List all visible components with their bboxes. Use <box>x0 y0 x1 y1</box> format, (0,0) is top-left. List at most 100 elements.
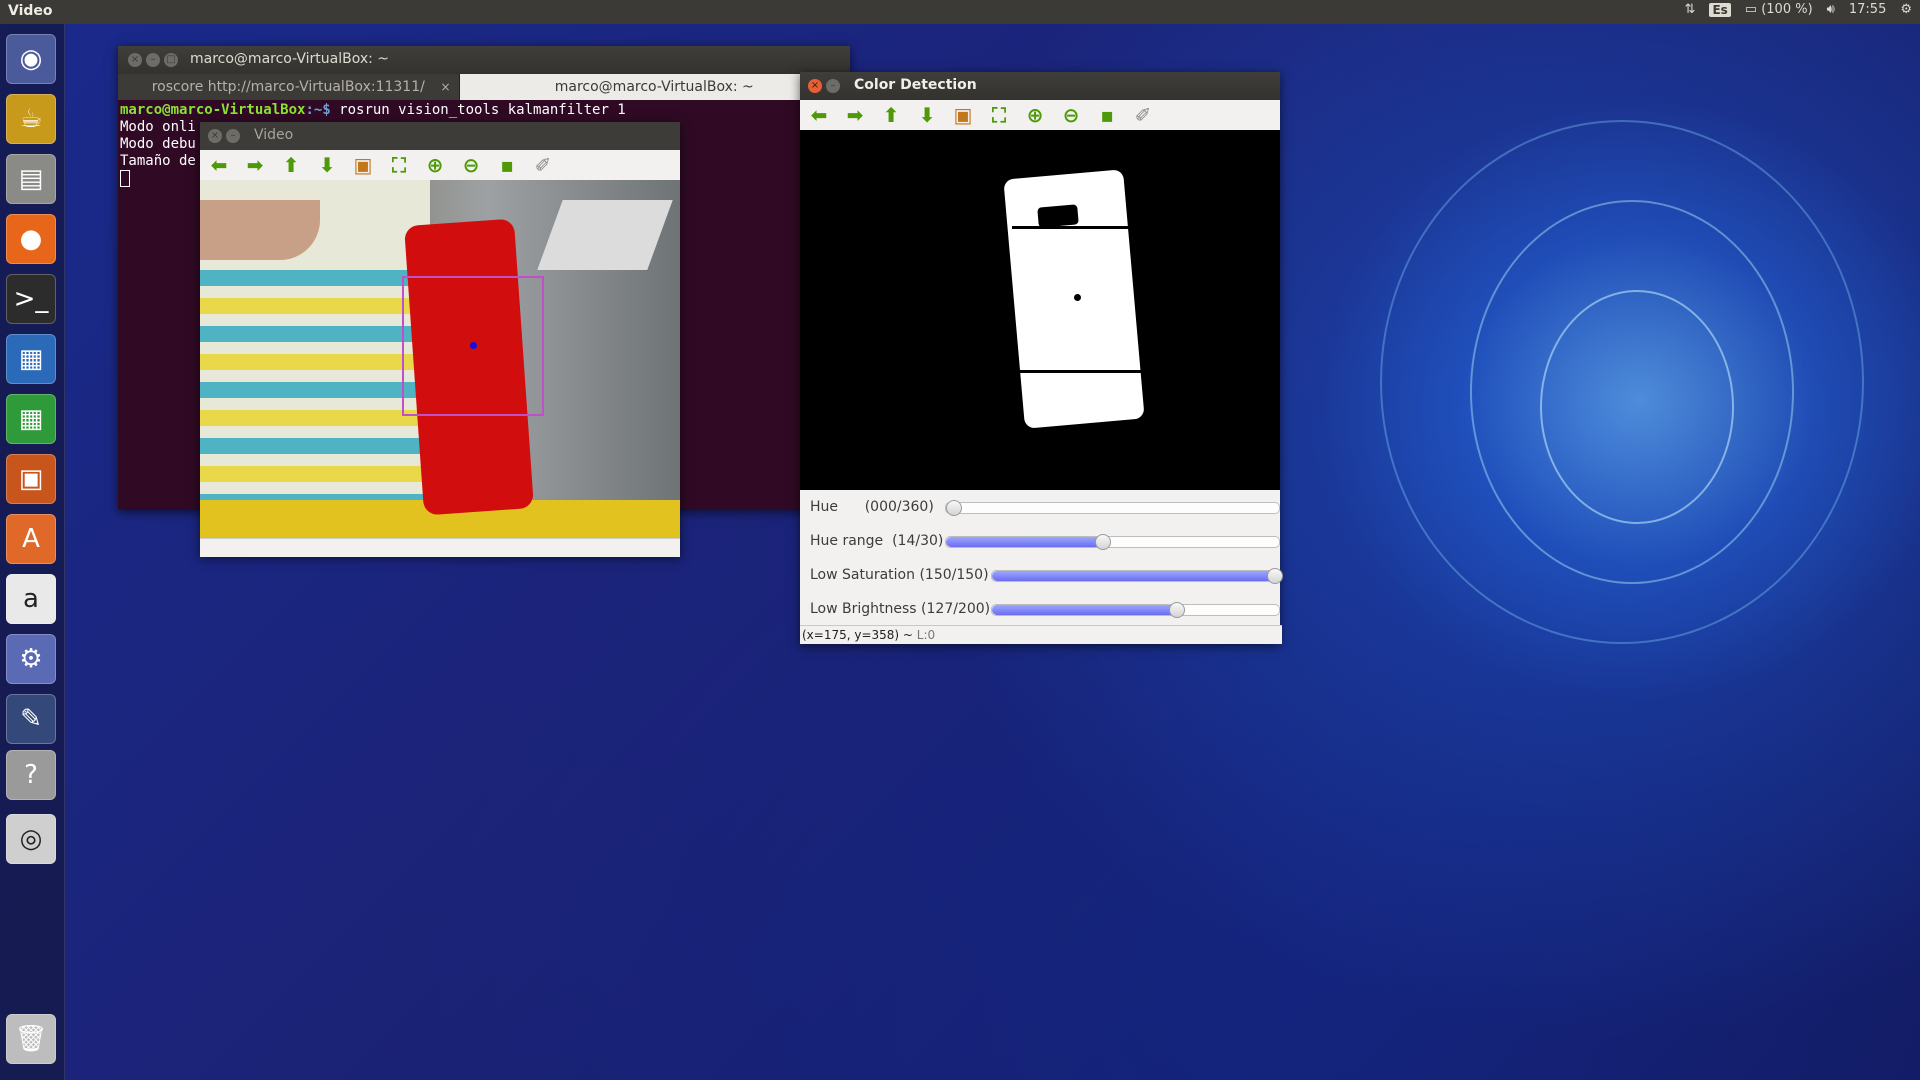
clock[interactable]: 17:55 <box>1849 2 1886 17</box>
terminal-title: marco@marco-VirtualBox: ~ <box>190 51 390 67</box>
minimize-icon[interactable]: – <box>146 53 160 67</box>
settings-icon[interactable]: ⚙ <box>6 634 56 684</box>
low-brightness-slider-thumb[interactable] <box>1168 602 1185 618</box>
dash-icon[interactable]: ◉ <box>6 34 56 84</box>
teapot-icon[interactable]: ☕ <box>6 94 56 144</box>
volume-icon[interactable]: 🔊︎ <box>1827 2 1835 17</box>
shirt-stripe <box>200 410 430 426</box>
arrow-down-icon[interactable]: ⬇ <box>314 153 340 177</box>
writer-icon[interactable]: ▦ <box>6 334 56 384</box>
prompt-path: :~$ <box>305 102 331 118</box>
low-saturation-slider-thumb[interactable] <box>1267 568 1283 584</box>
battery-percent: (100 %) <box>1761 2 1813 17</box>
close-icon[interactable]: × <box>208 129 222 143</box>
keyboard-layout-indicator[interactable]: Es <box>1709 2 1731 17</box>
zoom-fit-icon[interactable]: ⛶ <box>386 153 412 177</box>
video-window[interactable]: × – Video ⬅ ➡ ⬆ ⬇ ▣ ⛶ ⊕ ⊖ ▪ ✐ <box>200 122 680 557</box>
close-icon[interactable]: × <box>440 74 450 100</box>
mask-center-dot <box>1074 294 1081 301</box>
terminal-tabs: roscore http://marco-VirtualBox:11311/ ×… <box>118 74 850 100</box>
low-brightness-slider[interactable] <box>991 602 1280 618</box>
color-detection-titlebar[interactable]: × – Color Detection <box>800 72 1280 100</box>
image-icon[interactable]: ▣ <box>950 103 976 127</box>
binary-mask-view[interactable] <box>800 130 1280 490</box>
editor-icon[interactable]: ✎ <box>6 694 56 744</box>
hue-range-label: Hue range (14/30) <box>810 533 944 549</box>
close-icon[interactable]: × <box>128 53 142 67</box>
mask-line <box>1012 226 1142 229</box>
low-saturation-slider[interactable] <box>991 568 1283 584</box>
calc-icon[interactable]: ▦ <box>6 394 56 444</box>
shirt-stripe <box>200 382 430 398</box>
zoom-out-icon[interactable]: ⊖ <box>458 153 484 177</box>
output-line: Tamaño de <box>120 153 196 169</box>
arrow-left-icon[interactable]: ⬅ <box>206 153 232 177</box>
save-icon[interactable]: ▪ <box>494 153 520 177</box>
zoom-in-icon[interactable]: ⊕ <box>1022 103 1048 127</box>
active-app-title: Video <box>8 3 53 19</box>
shirt-stripe <box>200 438 430 454</box>
amazon-icon[interactable]: a <box>6 574 56 624</box>
video-statusbar <box>200 538 680 557</box>
software-center-icon[interactable]: A <box>6 514 56 564</box>
minimize-icon[interactable]: – <box>226 129 240 143</box>
hue-range-slider[interactable] <box>945 534 1280 550</box>
properties-icon[interactable]: ✐ <box>1130 103 1156 127</box>
network-icon[interactable]: ⇅ <box>1685 2 1696 17</box>
low-brightness-row: Low Brightness (127/200) <box>800 592 1280 626</box>
low-saturation-slider-fill <box>992 571 1274 581</box>
properties-icon[interactable]: ✐ <box>530 153 556 177</box>
video-frame[interactable] <box>200 180 680 538</box>
arrow-up-icon[interactable]: ⬆ <box>878 103 904 127</box>
tab-roscore[interactable]: roscore http://marco-VirtualBox:11311/ × <box>118 74 460 100</box>
arrow-down-icon[interactable]: ⬇ <box>914 103 940 127</box>
hue-range-slider-fill <box>946 537 1103 547</box>
shirt-stripe <box>200 326 430 342</box>
arrow-up-icon[interactable]: ⬆ <box>278 153 304 177</box>
zoom-fit-icon[interactable]: ⛶ <box>986 103 1012 127</box>
text-cursor <box>120 170 130 187</box>
hue-range-slider-thumb[interactable] <box>1095 534 1112 550</box>
hue-row: Hue (000/360) <box>800 490 1280 524</box>
hue-slider[interactable] <box>945 500 1280 516</box>
hue-slider-thumb[interactable] <box>946 500 962 516</box>
pixel-value: L:0 <box>916 628 936 642</box>
pixel-coordinates: (x=175, y=358) ~ <box>802 628 917 642</box>
impress-icon[interactable]: ▣ <box>6 454 56 504</box>
video-titlebar[interactable]: × – Video <box>200 122 680 150</box>
help-icon[interactable]: ? <box>6 750 56 800</box>
firefox-icon[interactable]: ● <box>6 214 56 264</box>
terminal-titlebar[interactable]: × – □ marco@marco-VirtualBox: ~ <box>118 46 850 74</box>
tab-shell[interactable]: marco@marco-VirtualBox: ~ × <box>459 74 850 100</box>
battery-indicator[interactable]: ▭ (100 %) <box>1745 2 1813 17</box>
prompt-user: marco@marco-VirtualBox <box>120 102 306 118</box>
battery-icon: ▭ <box>1744 2 1758 17</box>
color-detection-window[interactable]: × – Color Detection ⬅ ➡ ⬆ ⬇ ▣ ⛶ ⊕ ⊖ ▪ ✐ … <box>800 72 1283 644</box>
minimize-icon[interactable]: – <box>826 79 840 93</box>
color-detection-statusbar: (x=175, y=358) ~ L:0 <box>800 625 1282 644</box>
tab-label: marco@marco-VirtualBox: ~ <box>554 79 754 95</box>
maximize-icon[interactable]: □ <box>164 53 178 67</box>
trash-icon[interactable]: 🗑 <box>6 1014 56 1064</box>
face-region <box>200 200 320 260</box>
arrow-right-icon[interactable]: ➡ <box>842 103 868 127</box>
image-icon[interactable]: ▣ <box>350 153 376 177</box>
arrow-left-icon[interactable]: ⬅ <box>806 103 832 127</box>
color-detection-toolbar: ⬅ ➡ ⬆ ⬇ ▣ ⛶ ⊕ ⊖ ▪ ✐ <box>800 100 1280 130</box>
arrow-right-icon[interactable]: ➡ <box>242 153 268 177</box>
color-detection-title: Color Detection <box>854 77 977 93</box>
close-icon[interactable]: × <box>808 79 822 93</box>
top-panel: Video ⇅ Es ▭ (100 %) 🔊︎ 17:55 ⚙ <box>0 0 1920 24</box>
video-toolbar: ⬅ ➡ ⬆ ⬇ ▣ ⛶ ⊕ ⊖ ▪ ✐ <box>200 150 680 180</box>
low-saturation-row: Low Saturation (150/150) <box>800 558 1283 592</box>
zoom-out-icon[interactable]: ⊖ <box>1058 103 1084 127</box>
gear-icon[interactable]: ⚙ <box>1900 2 1912 17</box>
terminal-icon[interactable]: >_ <box>6 274 56 324</box>
save-icon[interactable]: ▪ <box>1094 103 1120 127</box>
zoom-in-icon[interactable]: ⊕ <box>422 153 448 177</box>
dvd-icon[interactable]: ◎ <box>6 814 56 864</box>
low-brightness-label: Low Brightness (127/200) <box>810 601 991 617</box>
files-icon[interactable]: ▤ <box>6 154 56 204</box>
command-text: rosrun vision_tools kalmanfilter 1 <box>330 102 626 118</box>
output-line: Modo onli <box>120 119 196 135</box>
